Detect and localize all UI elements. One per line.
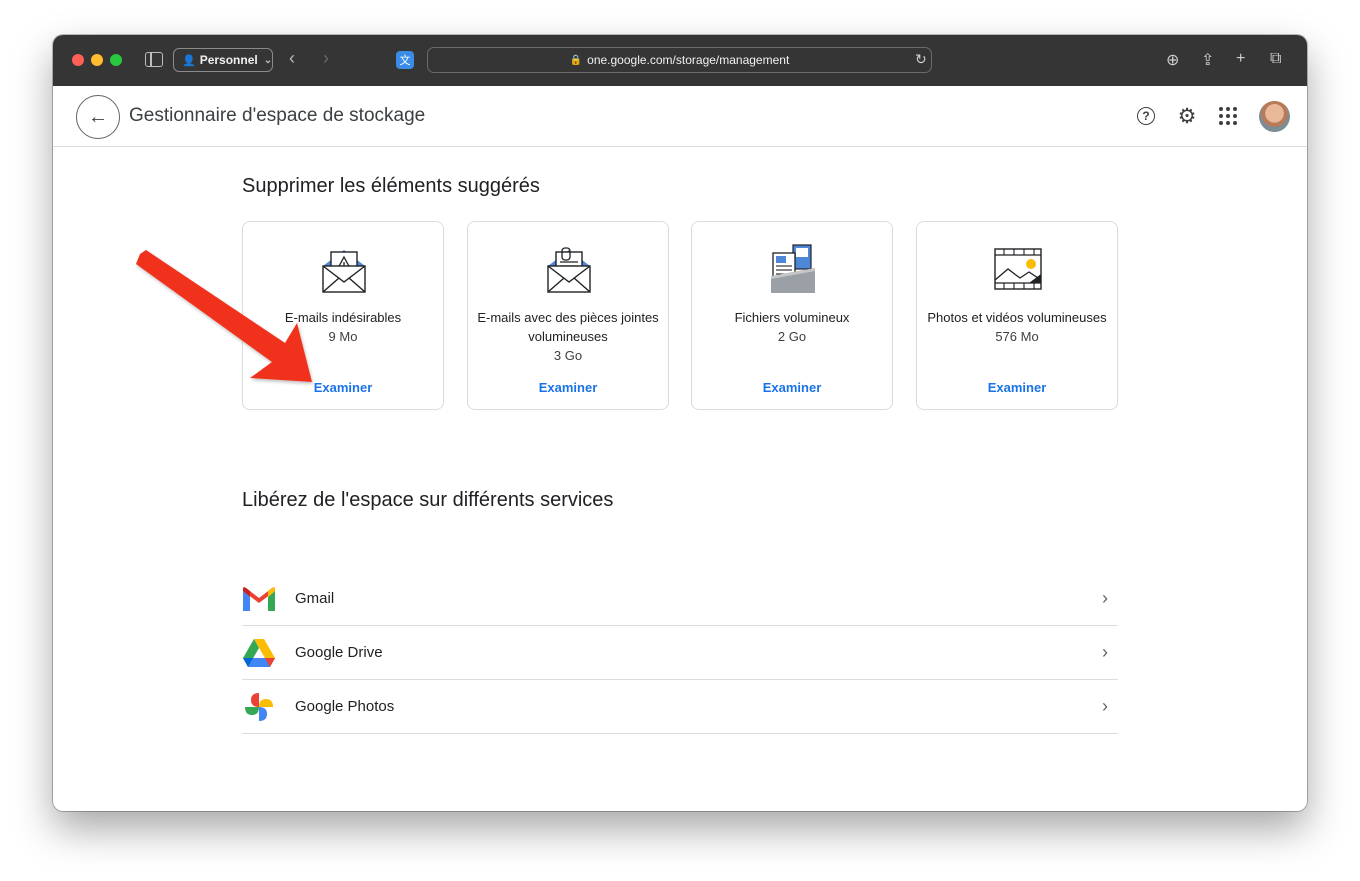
chevron-down-icon: ⌄ — [263, 54, 273, 66]
apps-grid-icon — [1219, 107, 1237, 125]
examine-button[interactable]: Examiner — [917, 380, 1117, 395]
service-label: Google Photos — [295, 698, 395, 715]
card-spam-mail: E-mails indésirables 9 Mo Examiner — [242, 221, 444, 410]
service-row-gmail[interactable]: Gmail › — [242, 572, 1118, 626]
card-size: 576 Mo — [995, 329, 1039, 344]
main-content: Supprimer les éléments suggérés E-mails … — [53, 147, 1307, 811]
gmail-icon — [242, 584, 276, 614]
large-files-icon — [771, 244, 815, 293]
card-title: E-mails indésirables — [284, 310, 402, 325]
card-size: 3 Go — [553, 348, 583, 363]
examine-button[interactable]: Examiner — [692, 380, 892, 395]
help-button[interactable]: ? — [1134, 104, 1158, 128]
apps-button[interactable] — [1216, 104, 1240, 128]
card-title: E-mails avec des pièces jointes volumine… — [477, 310, 659, 344]
profile-switcher[interactable]: 👤 Personnel ⌄ — [173, 48, 273, 72]
zoom-window-button[interactable] — [110, 54, 122, 66]
person-icon: 👤 — [182, 54, 196, 67]
browser-titlebar: 👤 Personnel ⌄ ‹ › 文 🔒 one.google.com/sto… — [53, 35, 1307, 86]
photo-video-icon — [994, 248, 1042, 290]
card-attachment-mail: E-mails avec des pièces jointes volumine… — [467, 221, 669, 410]
forward-arrow-icon[interactable]: › — [323, 48, 329, 69]
back-button[interactable]: ← — [76, 95, 120, 139]
avatar[interactable] — [1259, 101, 1290, 132]
card-size: 9 Mo — [328, 329, 358, 344]
settings-button[interactable]: ⚙ — [1175, 104, 1199, 128]
translate-extension-icon[interactable]: 文 — [396, 51, 414, 69]
card-text: E-mails indésirables 9 Mo — [251, 308, 435, 346]
close-window-button[interactable] — [72, 54, 84, 66]
lock-icon: 🔒 — [569, 54, 583, 66]
page-title: Gestionnaire d'espace de stockage — [129, 105, 426, 126]
examine-button[interactable]: Examiner — [243, 380, 443, 395]
card-large-files: Fichiers volumineux 2 Go Examiner — [691, 221, 893, 410]
card-size: 2 Go — [777, 329, 807, 344]
chevron-right-icon: › — [1102, 642, 1108, 662]
downloads-icon[interactable]: ⊕ — [1166, 50, 1179, 70]
service-row-google-photos[interactable]: Google Photos › — [242, 680, 1118, 734]
google-photos-icon — [242, 692, 276, 722]
card-photo-video: Photos et vidéos volumineuses 576 Mo Exa… — [916, 221, 1118, 410]
card-text: Fichiers volumineux 2 Go — [700, 308, 884, 346]
profile-label: Personnel — [199, 53, 258, 67]
share-icon[interactable]: ⇪ — [1201, 50, 1214, 70]
help-icon: ? — [1137, 107, 1155, 125]
chevron-right-icon: › — [1102, 588, 1108, 608]
url-text: one.google.com/storage/management — [587, 53, 790, 67]
address-bar[interactable]: 🔒 one.google.com/storage/management — [427, 47, 932, 73]
attachment-mail-icon — [547, 247, 591, 293]
chevron-right-icon: › — [1102, 696, 1108, 716]
gear-icon: ⚙ — [1177, 104, 1197, 128]
tab-overview-icon[interactable]: ⧉ — [1270, 50, 1281, 68]
service-row-google-drive[interactable]: Google Drive › — [242, 626, 1118, 680]
card-text: E-mails avec des pièces jointes volumine… — [476, 308, 660, 365]
card-title: Fichiers volumineux — [734, 310, 850, 325]
google-drive-icon — [242, 638, 276, 668]
card-title: Photos et vidéos volumineuses — [927, 310, 1107, 325]
suggested-heading: Supprimer les éléments suggérés — [242, 175, 540, 197]
card-text: Photos et vidéos volumineuses 576 Mo — [925, 308, 1109, 346]
sidebar-toggle-icon[interactable] — [145, 52, 163, 67]
examine-button[interactable]: Examiner — [468, 380, 668, 395]
reload-icon[interactable]: ↻ — [915, 51, 927, 68]
new-tab-icon[interactable]: + — [1236, 50, 1245, 68]
arrow-left-icon: ← — [88, 105, 108, 128]
service-label: Google Drive — [295, 644, 383, 661]
app-header: ← Gestionnaire d'espace de stockage ? ⚙ — [53, 86, 1307, 147]
back-arrow-icon[interactable]: ‹ — [289, 48, 295, 69]
services-heading: Libérez de l'espace sur différents servi… — [242, 489, 614, 511]
spam-mail-icon — [322, 250, 366, 293]
minimize-window-button[interactable] — [91, 54, 103, 66]
service-label: Gmail — [295, 590, 335, 607]
browser-window: 👤 Personnel ⌄ ‹ › 文 🔒 one.google.com/sto… — [53, 35, 1307, 811]
